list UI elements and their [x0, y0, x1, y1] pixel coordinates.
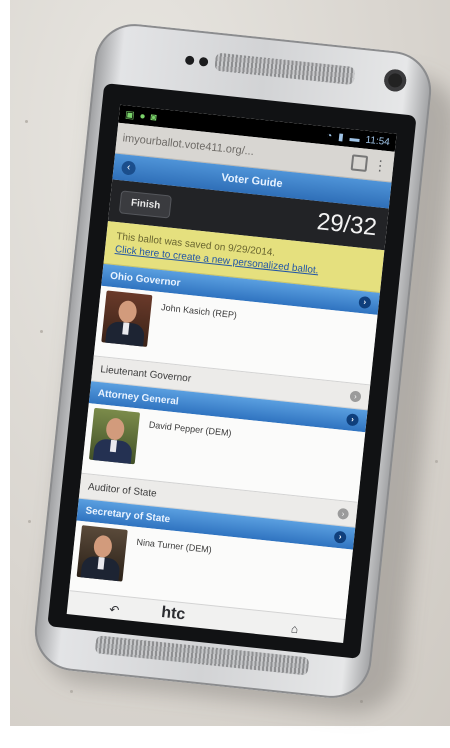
sensor-dot: [184, 55, 195, 66]
candidate-name: David Pepper (DEM): [148, 419, 232, 439]
top-speaker-grille: [214, 52, 356, 86]
finish-button[interactable]: Finish: [118, 189, 173, 219]
screen-bezel: ▣ ● ◙ ◔ ▮ ▬ 11:54 imyourballot.vote411.o…: [47, 83, 417, 659]
smartphone: ▣ ● ◙ ◔ ▮ ▬ 11:54 imyourballot.vote411.o…: [30, 20, 436, 702]
phone-screen: ▣ ● ◙ ◔ ▮ ▬ 11:54 imyourballot.vote411.o…: [66, 104, 397, 644]
home-key-icon[interactable]: ⌂: [290, 622, 299, 637]
race-title: Lieutenant Governor: [99, 363, 192, 385]
camera-icon: ◙: [149, 111, 158, 124]
race-title: Ohio Governor: [109, 270, 181, 289]
candidate-photo: [88, 407, 141, 465]
brand-logo: htc: [160, 603, 187, 624]
race-title: Auditor of State: [87, 481, 158, 500]
photo-border-bottom: [0, 726, 450, 748]
photo-border-left: [0, 0, 10, 748]
chevron-right-icon[interactable]: ›: [349, 389, 362, 403]
wifi-icon: ◔: [325, 130, 333, 142]
candidate-name: Nina Turner (DEM): [136, 536, 213, 555]
signal-icon: ▮: [337, 131, 345, 143]
overflow-menu-icon[interactable]: ⋮: [372, 156, 389, 174]
candidate-name: John Kasich (REP): [160, 302, 238, 321]
chevron-right-icon[interactable]: ›: [358, 295, 372, 310]
tabs-icon[interactable]: [350, 154, 369, 172]
chevron-right-icon[interactable]: ›: [337, 507, 350, 520]
status-time: 11:54: [364, 134, 391, 148]
candidate-photo: [101, 290, 153, 347]
battery-icon: ▬: [349, 132, 361, 145]
app-icon: ●: [138, 110, 147, 122]
notification-icon: ▣: [124, 108, 136, 121]
candidate-photo: [76, 525, 128, 582]
progress-counter: 29/32: [315, 208, 379, 242]
back-key-icon[interactable]: ↶: [109, 602, 120, 617]
race-title: Attorney General: [97, 387, 180, 408]
chevron-right-icon[interactable]: ›: [345, 413, 360, 427]
sensor-dot: [198, 56, 209, 67]
chevron-right-icon[interactable]: ›: [333, 530, 347, 544]
front-camera: [383, 68, 408, 93]
